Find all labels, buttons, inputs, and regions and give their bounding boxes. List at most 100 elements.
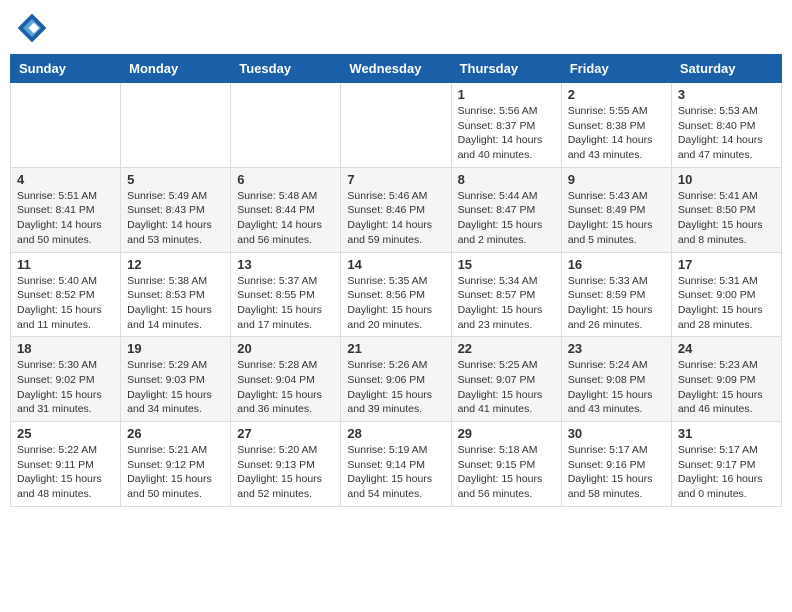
- day-number: 5: [127, 172, 224, 187]
- day-number: 16: [568, 257, 665, 272]
- day-info: Sunrise: 5:17 AM Sunset: 9:17 PM Dayligh…: [678, 443, 775, 502]
- day-number: 14: [347, 257, 444, 272]
- calendar-cell: 31 Sunrise: 5:17 AM Sunset: 9:17 PM Dayli…: [671, 422, 781, 507]
- week-row-1: 1Sunrise: 5:56 AM Sunset: 8:37 PM Daylig…: [11, 83, 782, 168]
- day-number: 17: [678, 257, 775, 272]
- day-number: 22: [458, 341, 555, 356]
- day-info: Sunrise: 5:17 AM Sunset: 9:16 PM Dayligh…: [568, 443, 665, 502]
- calendar-cell: 9Sunrise: 5:43 AM Sunset: 8:49 PM Daylig…: [561, 167, 671, 252]
- day-number: 7: [347, 172, 444, 187]
- day-number: 28: [347, 426, 444, 441]
- weekday-header-wednesday: Wednesday: [341, 55, 451, 83]
- calendar-cell: 15 Sunrise: 5:34 AM Sunset: 8:57 PM Dayli…: [451, 252, 561, 337]
- day-info: Sunrise: 5:24 AM Sunset: 9:08 PM Dayligh…: [568, 358, 665, 417]
- day-info: Sunrise: 5:56 AM Sunset: 8:37 PM Dayligh…: [458, 104, 555, 163]
- calendar-cell: 17 Sunrise: 5:31 AM Sunset: 9:00 PM Dayli…: [671, 252, 781, 337]
- calendar-cell: 18Sunrise: 5:30 AM Sunset: 9:02 PM Dayli…: [11, 337, 121, 422]
- calendar-cell: 25 Sunrise: 5:22 AM Sunset: 9:11 PM Dayli…: [11, 422, 121, 507]
- day-info: Sunrise: 5:53 AM Sunset: 8:40 PM Dayligh…: [678, 104, 775, 163]
- day-info: Sunrise: 5:44 AM Sunset: 8:47 PM Dayligh…: [458, 189, 555, 248]
- weekday-header-saturday: Saturday: [671, 55, 781, 83]
- day-number: 18: [17, 341, 114, 356]
- calendar-cell: 1Sunrise: 5:56 AM Sunset: 8:37 PM Daylig…: [451, 83, 561, 168]
- day-info: Sunrise: 5:31 AM Sunset: 9:00 PM Dayligh…: [678, 274, 775, 333]
- day-number: 4: [17, 172, 114, 187]
- calendar-cell: 14Sunrise: 5:35 AM Sunset: 8:56 PM Dayli…: [341, 252, 451, 337]
- weekday-header-row: SundayMondayTuesdayWednesdayThursdayFrid…: [11, 55, 782, 83]
- day-number: 25: [17, 426, 114, 441]
- calendar-cell: 8 Sunrise: 5:44 AM Sunset: 8:47 PM Daylig…: [451, 167, 561, 252]
- day-info: Sunrise: 5:37 AM Sunset: 8:55 PM Dayligh…: [237, 274, 334, 333]
- day-number: 11: [17, 257, 114, 272]
- calendar-cell: 13 Sunrise: 5:37 AM Sunset: 8:55 PM Dayli…: [231, 252, 341, 337]
- day-info: Sunrise: 5:18 AM Sunset: 9:15 PM Dayligh…: [458, 443, 555, 502]
- day-number: 26: [127, 426, 224, 441]
- day-number: 13: [237, 257, 334, 272]
- calendar-cell: 10 Sunrise: 5:41 AM Sunset: 8:50 PM Dayli…: [671, 167, 781, 252]
- day-info: Sunrise: 5:29 AM Sunset: 9:03 PM Dayligh…: [127, 358, 224, 417]
- calendar-cell: 11 Sunrise: 5:40 AM Sunset: 8:52 PM Dayli…: [11, 252, 121, 337]
- day-number: 19: [127, 341, 224, 356]
- day-number: 2: [568, 87, 665, 102]
- calendar-cell: 3 Sunrise: 5:53 AM Sunset: 8:40 PM Daylig…: [671, 83, 781, 168]
- weekday-header-tuesday: Tuesday: [231, 55, 341, 83]
- calendar-cell: 22 Sunrise: 5:25 AM Sunset: 9:07 PM Dayli…: [451, 337, 561, 422]
- page-header: [10, 10, 782, 46]
- day-number: 8: [458, 172, 555, 187]
- day-number: 3: [678, 87, 775, 102]
- day-info: Sunrise: 5:26 AM Sunset: 9:06 PM Dayligh…: [347, 358, 444, 417]
- day-number: 24: [678, 341, 775, 356]
- calendar-cell: 20 Sunrise: 5:28 AM Sunset: 9:04 PM Dayli…: [231, 337, 341, 422]
- calendar-cell: 4 Sunrise: 5:51 AM Sunset: 8:41 PM Daylig…: [11, 167, 121, 252]
- calendar-cell: 27 Sunrise: 5:20 AM Sunset: 9:13 PM Dayli…: [231, 422, 341, 507]
- day-number: 29: [458, 426, 555, 441]
- weekday-header-thursday: Thursday: [451, 55, 561, 83]
- day-number: 27: [237, 426, 334, 441]
- calendar-cell: 28 Sunrise: 5:19 AM Sunset: 9:14 PM Dayli…: [341, 422, 451, 507]
- calendar-table: SundayMondayTuesdayWednesdayThursdayFrid…: [10, 54, 782, 507]
- week-row-2: 4 Sunrise: 5:51 AM Sunset: 8:41 PM Daylig…: [11, 167, 782, 252]
- day-info: Sunrise: 5:43 AM Sunset: 8:49 PM Dayligh…: [568, 189, 665, 248]
- day-info: Sunrise: 5:48 AM Sunset: 8:44 PM Dayligh…: [237, 189, 334, 248]
- day-info: Sunrise: 5:38 AM Sunset: 8:53 PM Dayligh…: [127, 274, 224, 333]
- day-info: Sunrise: 5:34 AM Sunset: 8:57 PM Dayligh…: [458, 274, 555, 333]
- calendar-cell: 12 Sunrise: 5:38 AM Sunset: 8:53 PM Dayli…: [121, 252, 231, 337]
- day-info: Sunrise: 5:22 AM Sunset: 9:11 PM Dayligh…: [17, 443, 114, 502]
- calendar-cell: 16Sunrise: 5:33 AM Sunset: 8:59 PM Dayli…: [561, 252, 671, 337]
- weekday-header-sunday: Sunday: [11, 55, 121, 83]
- day-number: 10: [678, 172, 775, 187]
- day-info: Sunrise: 5:41 AM Sunset: 8:50 PM Dayligh…: [678, 189, 775, 248]
- calendar-cell: 23 Sunrise: 5:24 AM Sunset: 9:08 PM Dayli…: [561, 337, 671, 422]
- calendar-cell: 24Sunrise: 5:23 AM Sunset: 9:09 PM Dayli…: [671, 337, 781, 422]
- calendar-cell: 6Sunrise: 5:48 AM Sunset: 8:44 PM Daylig…: [231, 167, 341, 252]
- day-number: 20: [237, 341, 334, 356]
- day-number: 15: [458, 257, 555, 272]
- day-info: Sunrise: 5:51 AM Sunset: 8:41 PM Dayligh…: [17, 189, 114, 248]
- day-number: 30: [568, 426, 665, 441]
- calendar-cell: [11, 83, 121, 168]
- day-number: 31: [678, 426, 775, 441]
- day-info: Sunrise: 5:55 AM Sunset: 8:38 PM Dayligh…: [568, 104, 665, 163]
- calendar-cell: 26 Sunrise: 5:21 AM Sunset: 9:12 PM Dayli…: [121, 422, 231, 507]
- day-info: Sunrise: 5:21 AM Sunset: 9:12 PM Dayligh…: [127, 443, 224, 502]
- day-number: 23: [568, 341, 665, 356]
- day-info: Sunrise: 5:19 AM Sunset: 9:14 PM Dayligh…: [347, 443, 444, 502]
- calendar-cell: 21Sunrise: 5:26 AM Sunset: 9:06 PM Dayli…: [341, 337, 451, 422]
- day-info: Sunrise: 5:20 AM Sunset: 9:13 PM Dayligh…: [237, 443, 334, 502]
- calendar-cell: [341, 83, 451, 168]
- calendar-cell: [121, 83, 231, 168]
- weekday-header-friday: Friday: [561, 55, 671, 83]
- calendar-cell: 19 Sunrise: 5:29 AM Sunset: 9:03 PM Dayli…: [121, 337, 231, 422]
- day-info: Sunrise: 5:46 AM Sunset: 8:46 PM Dayligh…: [347, 189, 444, 248]
- calendar-cell: 29 Sunrise: 5:18 AM Sunset: 9:15 PM Dayli…: [451, 422, 561, 507]
- logo: [14, 10, 54, 46]
- calendar-cell: 5Sunrise: 5:49 AM Sunset: 8:43 PM Daylig…: [121, 167, 231, 252]
- day-info: Sunrise: 5:28 AM Sunset: 9:04 PM Dayligh…: [237, 358, 334, 417]
- weekday-header-monday: Monday: [121, 55, 231, 83]
- week-row-3: 11 Sunrise: 5:40 AM Sunset: 8:52 PM Dayli…: [11, 252, 782, 337]
- week-row-4: 18Sunrise: 5:30 AM Sunset: 9:02 PM Dayli…: [11, 337, 782, 422]
- day-info: Sunrise: 5:25 AM Sunset: 9:07 PM Dayligh…: [458, 358, 555, 417]
- calendar-cell: 7 Sunrise: 5:46 AM Sunset: 8:46 PM Daylig…: [341, 167, 451, 252]
- day-number: 12: [127, 257, 224, 272]
- day-info: Sunrise: 5:40 AM Sunset: 8:52 PM Dayligh…: [17, 274, 114, 333]
